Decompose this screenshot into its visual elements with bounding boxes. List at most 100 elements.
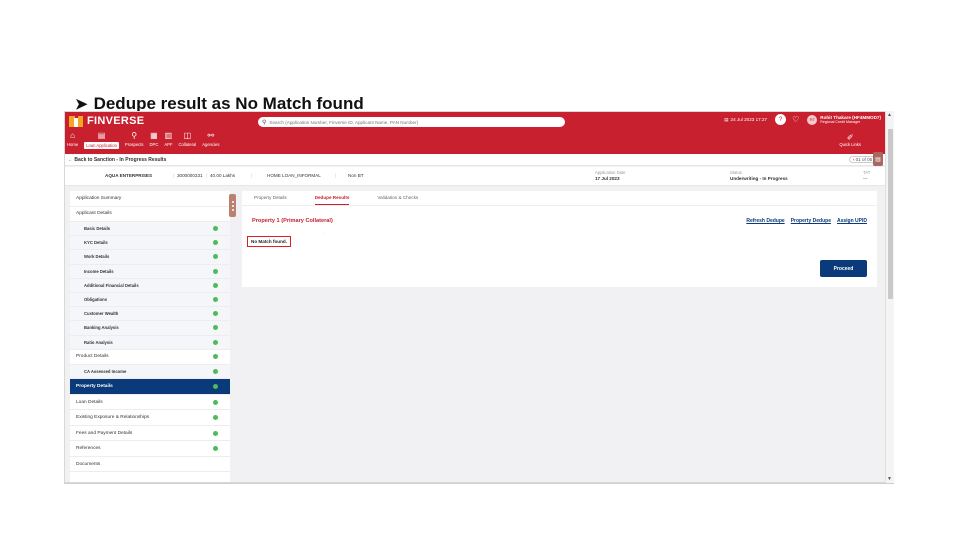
sidebar-item-label: Work Details bbox=[84, 254, 110, 260]
avatar[interactable]: RT bbox=[807, 114, 818, 125]
nav-apf[interactable]: ▥ APF bbox=[164, 131, 172, 149]
main-nav: ⌂ Home ▤ Loan Application ⚲ Prospects ▦ DPC … bbox=[67, 131, 225, 149]
sidebar-item[interactable]: Basic Details bbox=[70, 222, 230, 237]
scroll-down-icon[interactable]: ▼ bbox=[887, 476, 892, 482]
complete-check-icon bbox=[213, 226, 218, 232]
property-dedupe-link[interactable]: Property Dedupe bbox=[791, 218, 831, 224]
back-bar: ← Back to Sanction - In Progress Results… bbox=[65, 154, 885, 166]
slide: ➤ Dedupe result as No Match found FINVERS… bbox=[0, 0, 960, 540]
tab-validation-checks[interactable]: Validation & Checks bbox=[377, 195, 418, 205]
complete-check-icon bbox=[213, 415, 218, 421]
sidebar-item-label: Loan Details bbox=[76, 399, 103, 405]
global-search[interactable]: ⚲ bbox=[258, 117, 565, 127]
search-icon: ⚲ bbox=[262, 119, 267, 126]
tab-divider bbox=[242, 205, 877, 206]
sidebar-item[interactable]: Ratio Analysis bbox=[70, 335, 230, 350]
complete-check-icon bbox=[213, 399, 218, 405]
print-icon[interactable]: ▤ bbox=[873, 152, 883, 166]
sidebar-item-label: Property Details bbox=[76, 384, 113, 390]
sidebar-item[interactable]: Loan Details bbox=[70, 395, 230, 411]
quick-links[interactable]: ✐ Quick Links bbox=[839, 133, 861, 147]
tab-property-details[interactable]: Property Details bbox=[254, 195, 287, 205]
sidebar-item-label: Ratio Analysis bbox=[84, 339, 113, 345]
scrollbar-thumb[interactable] bbox=[888, 129, 893, 299]
sidebar-item[interactable]: Customer Wealth bbox=[70, 307, 230, 322]
loan-amount: 40.00 Lakhs bbox=[210, 173, 236, 178]
network-icon: ⚯ bbox=[207, 131, 215, 140]
sidebar-item[interactable]: Work Details bbox=[70, 250, 230, 265]
sidebar-item-label: Additional Financial Details bbox=[84, 282, 139, 288]
sidebar-item-label: Banking Analysis bbox=[84, 325, 119, 331]
refresh-dedupe-link[interactable]: Refresh Dedupe bbox=[746, 218, 784, 224]
application-number: 3000000331 bbox=[177, 173, 203, 178]
product-name: HOME LOAN_INFORMAL bbox=[267, 173, 321, 178]
complete-check-icon bbox=[213, 430, 218, 436]
status-value: Underwriting - In Progress bbox=[730, 176, 788, 181]
nav-dpc[interactable]: ▦ DPC bbox=[150, 131, 159, 149]
sidebar-item[interactable]: Property Details bbox=[70, 379, 230, 395]
sidebar-item[interactable]: References bbox=[70, 441, 230, 457]
notification-bell-icon[interactable]: ♡ bbox=[792, 115, 799, 124]
header-date: 24 Jul 2023 17:27 bbox=[730, 117, 768, 122]
tab-dedupe-results[interactable]: Dedupe Results bbox=[314, 195, 350, 205]
header-right: ▤ 24 Jul 2023 17:27 ? ♡ RT Rohit Thakare… bbox=[724, 114, 881, 125]
sidebar-item-label: Obligations bbox=[84, 297, 108, 303]
complete-check-icon bbox=[213, 325, 218, 331]
logo-mark-icon bbox=[69, 115, 83, 127]
sidebar-item[interactable]: Product Details bbox=[70, 350, 230, 366]
sidebar-collapse-handle[interactable] bbox=[229, 194, 236, 217]
sidebar-item-label: CA Assessed Income bbox=[84, 369, 127, 375]
sidebar-item[interactable]: CA Assessed Income bbox=[70, 365, 230, 380]
no-match-message: No Match found. bbox=[247, 236, 291, 247]
sidebar-item[interactable]: Application Summary bbox=[70, 191, 230, 207]
grid-icon: ▦ bbox=[150, 131, 158, 140]
sidebar-item[interactable]: Banking Analysis bbox=[70, 321, 230, 336]
sidebar-item-label: Fees and Payment Details bbox=[76, 430, 133, 436]
sidebar: Application Summary Applicant Details Basi… bbox=[70, 191, 230, 482]
search-input[interactable] bbox=[269, 119, 560, 125]
sidebar-item[interactable]: Applicant Details bbox=[70, 207, 230, 222]
sidebar-item-label: Basic Details bbox=[84, 226, 111, 232]
link-icon: ✐ bbox=[846, 133, 854, 142]
sidebar-item-label: Income Details bbox=[84, 268, 114, 274]
sidebar-item-label: Customer Wealth bbox=[84, 311, 119, 317]
nav-collateral[interactable]: ◫ Collateral bbox=[179, 131, 197, 149]
applicant-name: AQUA ENTERPRISES bbox=[105, 173, 153, 178]
logo[interactable]: FINVERSE bbox=[69, 115, 144, 127]
property-title: Property 1 (Primary Collateral) bbox=[252, 218, 333, 224]
sidebar-item[interactable]: Documents bbox=[70, 457, 230, 473]
scroll-up-icon[interactable]: ▲ bbox=[887, 112, 892, 118]
back-link[interactable]: ← Back to Sanction - In Progress Results bbox=[68, 157, 166, 163]
sidebar-item-label: Existing Exposure & Relationships bbox=[76, 415, 150, 421]
dedupe-panel: Property Details Dedupe Results Validati… bbox=[242, 191, 877, 287]
application-date: 17 Jul 2023 bbox=[595, 176, 620, 181]
app-screenshot: FINVERSE ⌂ Home ▤ Loan Application ⚲ Prospe… bbox=[64, 111, 894, 483]
user-name: Rohit Thakare (HF4MMOD7) bbox=[820, 114, 881, 120]
tat-label: TAT bbox=[863, 170, 871, 175]
status-label: Status bbox=[730, 170, 742, 175]
complete-check-icon bbox=[213, 384, 218, 390]
assign-upid-link[interactable]: Assign UPID bbox=[837, 218, 867, 224]
dedupe-actions: Refresh Dedupe Property Dedupe Assign UP… bbox=[740, 218, 867, 224]
document-icon: ▤ bbox=[97, 131, 106, 140]
app-name: FINVERSE bbox=[87, 115, 145, 127]
sidebar-item[interactable]: Income Details bbox=[70, 264, 230, 279]
calendar-icon: ▤ bbox=[724, 116, 729, 122]
sidebar-item[interactable]: Obligations bbox=[70, 292, 230, 308]
sidebar-item[interactable]: Existing Exposure & Relationships bbox=[70, 410, 230, 426]
user-info[interactable]: Rohit Thakare (HF4MMOD7) Regional Credit… bbox=[820, 115, 881, 125]
prev-icon[interactable]: ‹ bbox=[853, 157, 855, 162]
vertical-scrollbar[interactable]: ▲ ▼ bbox=[885, 111, 894, 483]
help-icon[interactable]: ? bbox=[775, 114, 787, 125]
sidebar-item[interactable]: KYC Details bbox=[70, 236, 230, 251]
sidebar-item[interactable]: Additional Financial Details bbox=[70, 278, 230, 293]
nav-loan-application[interactable]: ▤ Loan Application bbox=[84, 131, 119, 149]
sidebar-item-label: Product Details bbox=[76, 354, 109, 360]
proceed-button[interactable]: Proceed bbox=[820, 260, 867, 277]
complete-check-icon bbox=[213, 268, 218, 274]
sidebar-item-label: Applicant Details bbox=[76, 211, 112, 217]
nav-agencies[interactable]: ⚯ Agencies bbox=[202, 131, 219, 149]
sidebar-item[interactable]: Fees and Payment Details bbox=[70, 426, 230, 442]
nav-home[interactable]: ⌂ Home bbox=[67, 131, 78, 149]
nav-prospects[interactable]: ⚲ Prospects bbox=[125, 131, 144, 149]
